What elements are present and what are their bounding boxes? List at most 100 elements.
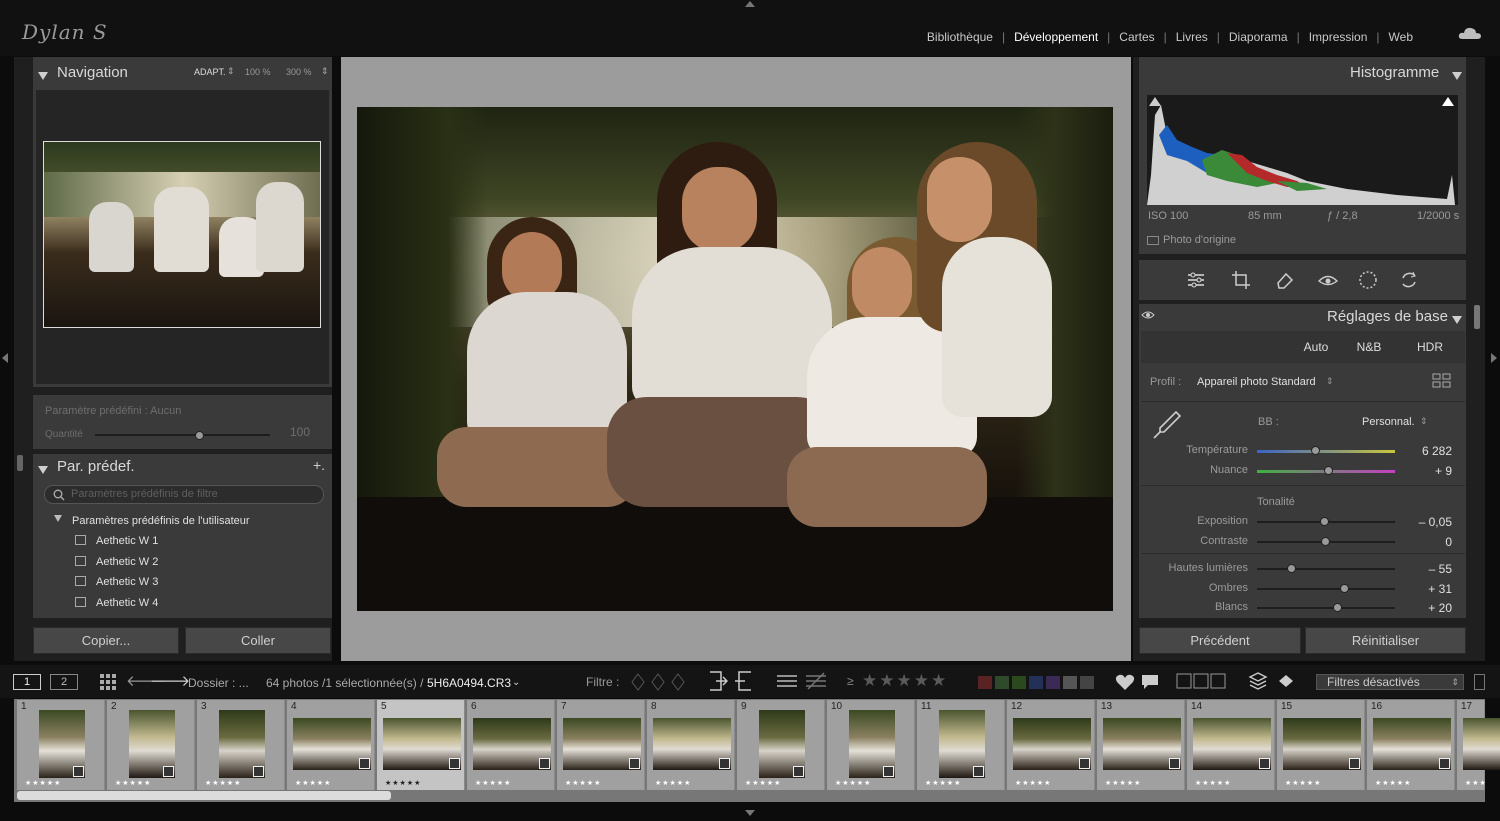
- preset-item[interactable]: Aethetic W 4: [96, 597, 158, 609]
- module-book[interactable]: Livres: [1167, 30, 1217, 44]
- black-white-button[interactable]: N&B: [1345, 338, 1393, 356]
- preset-group-chevron-icon[interactable]: [54, 515, 62, 522]
- preset-item[interactable]: Aethetic W 1: [96, 535, 158, 547]
- profile-select[interactable]: Appareil photo Standard: [1197, 376, 1316, 388]
- develop-badge-icon[interactable]: [719, 758, 730, 769]
- reset-settings-button[interactable]: Réinitialiser: [1305, 627, 1466, 654]
- main-photo[interactable]: [357, 107, 1113, 611]
- virtual-copy-filter-icons[interactable]: [1176, 673, 1228, 689]
- masking-icon[interactable]: [1358, 270, 1378, 290]
- paste-settings-button[interactable]: Coller: [185, 627, 331, 654]
- bottom-panel-toggle-icon[interactable]: [745, 810, 755, 816]
- primary-display-button[interactable]: 1: [13, 674, 41, 690]
- left-panel-scrollbar[interactable]: [17, 455, 23, 471]
- temperature-value[interactable]: 6 282: [1400, 444, 1452, 458]
- white-balance-eyedropper-icon[interactable]: [1150, 408, 1184, 442]
- presets-collapse-icon[interactable]: [38, 461, 48, 479]
- navigator-collapse-icon[interactable]: [38, 67, 48, 85]
- filmstrip-thumbnail[interactable]: 11 ★★★★★: [917, 700, 1005, 790]
- module-map[interactable]: Cartes: [1110, 30, 1163, 44]
- preset-search-input[interactable]: Paramètres prédéfinis de filtre: [44, 485, 324, 504]
- quantity-slider-knob[interactable]: [195, 431, 204, 440]
- filmstrip-thumbnail[interactable]: 1 ★★★★★: [17, 700, 105, 790]
- highlights-slider-knob[interactable]: [1286, 564, 1296, 573]
- zoom-custom-chevron-icon[interactable]: ⇕: [321, 66, 329, 77]
- remix-reset-icon[interactable]: [1399, 270, 1419, 290]
- top-panel-toggle-icon[interactable]: [745, 1, 755, 7]
- filmstrip-thumbnail[interactable]: 5 ★★★★★: [377, 700, 465, 790]
- tint-value[interactable]: + 9: [1400, 464, 1452, 478]
- develop-badge-icon[interactable]: [359, 758, 370, 769]
- comment-bubble-icon[interactable]: [1140, 673, 1160, 691]
- histogram-collapse-icon[interactable]: [1452, 67, 1462, 85]
- preset-group-user[interactable]: Paramètres prédéfinis de l'utilisateur: [72, 515, 250, 527]
- profile-browser-grid-icon[interactable]: [1432, 373, 1452, 389]
- profile-chevron-icon[interactable]: ⇕: [1326, 376, 1334, 387]
- whites-slider[interactable]: [1257, 607, 1395, 609]
- filter-preset-select[interactable]: Filtres désactivés ⇕: [1316, 674, 1464, 690]
- color-swatch-green[interactable]: [1012, 676, 1026, 689]
- folder-source[interactable]: Dossier : ...: [188, 676, 249, 690]
- original-photo-checkbox[interactable]: [1147, 236, 1159, 245]
- visibility-eye-icon[interactable]: [1141, 310, 1155, 320]
- color-swatch-none[interactable]: [1080, 676, 1094, 689]
- develop-badge-icon[interactable]: [1259, 758, 1270, 769]
- module-library[interactable]: Bibliothèque: [918, 30, 1002, 44]
- color-swatch-blue[interactable]: [1029, 676, 1043, 689]
- contrast-slider-knob[interactable]: [1321, 537, 1330, 546]
- filmstrip-thumbnail[interactable]: 12 ★★★★★: [1007, 700, 1095, 790]
- quantity-slider[interactable]: [95, 434, 270, 436]
- develop-badge-icon[interactable]: [1079, 758, 1090, 769]
- grid-view-icon[interactable]: [100, 674, 116, 690]
- filmstrip-thumbnail[interactable]: 3 ★★★★★: [197, 700, 285, 790]
- develop-badge-icon[interactable]: [1439, 758, 1450, 769]
- develop-badge-icon[interactable]: [629, 758, 640, 769]
- tint-slider-knob[interactable]: [1323, 466, 1333, 475]
- filmstrip-thumbnail[interactable]: 14 ★★★★★: [1187, 700, 1275, 790]
- flag-filter-icons[interactable]: [630, 672, 686, 692]
- develop-badge-icon[interactable]: [883, 766, 894, 777]
- highlights-value[interactable]: – 55: [1400, 562, 1452, 576]
- filmstrip-thumbnail[interactable]: 6 ★★★★★: [467, 700, 555, 790]
- zoom-fit-chevron-icon[interactable]: ⇕: [227, 66, 235, 77]
- copy-settings-button[interactable]: Copier...: [33, 627, 179, 654]
- highlights-slider[interactable]: [1257, 568, 1395, 570]
- navigator-preview-image[interactable]: [43, 141, 321, 328]
- filmstrip-thumbnail[interactable]: 8 ★★★★★: [647, 700, 735, 790]
- filmstrip-scrollbar[interactable]: [17, 791, 391, 800]
- exposure-slider-knob[interactable]: [1319, 517, 1329, 526]
- develop-badge-icon[interactable]: [973, 766, 984, 777]
- temperature-slider[interactable]: [1257, 450, 1395, 453]
- hdr-button[interactable]: HDR: [1408, 338, 1452, 356]
- unedited-filter-icon[interactable]: [805, 672, 827, 690]
- contrast-value[interactable]: 0: [1400, 535, 1452, 549]
- whites-value[interactable]: + 20: [1400, 601, 1452, 615]
- flag-rejected-icon[interactable]: [733, 670, 755, 692]
- filename-menu-chevron-icon[interactable]: ⌄: [512, 677, 520, 688]
- filmstrip-thumbnail[interactable]: 4 ★★★★★: [287, 700, 375, 790]
- develop-badge-icon[interactable]: [1349, 758, 1360, 769]
- add-preset-button[interactable]: +.: [313, 457, 325, 473]
- zoom-100-option[interactable]: 100 %: [245, 67, 271, 77]
- highlight-clipping-icon[interactable]: [1442, 97, 1454, 106]
- basic-panel-collapse-icon[interactable]: [1452, 311, 1462, 329]
- develop-badge-icon[interactable]: [163, 766, 174, 777]
- color-label-filter[interactable]: [978, 676, 1094, 689]
- crop-icon[interactable]: [1231, 270, 1251, 290]
- module-slideshow[interactable]: Diaporama: [1220, 30, 1297, 44]
- filmstrip-thumbnail[interactable]: 17 ★★★: [1457, 700, 1500, 790]
- module-print[interactable]: Impression: [1300, 30, 1377, 44]
- rating-gte-label[interactable]: ≥: [847, 674, 854, 688]
- right-panel-scrollbar[interactable]: [1474, 305, 1480, 329]
- develop-badge-icon[interactable]: [793, 766, 804, 777]
- auto-button[interactable]: Auto: [1295, 338, 1337, 356]
- left-panel-toggle-icon[interactable]: [2, 353, 8, 363]
- shadow-clipping-icon[interactable]: [1149, 97, 1161, 106]
- develop-badge-icon[interactable]: [449, 758, 460, 769]
- favorite-heart-icon[interactable]: [1115, 673, 1135, 691]
- filmstrip-thumbnail[interactable]: 13 ★★★★★: [1097, 700, 1185, 790]
- filmstrip-thumbnail[interactable]: 10 ★★★★★: [827, 700, 915, 790]
- secondary-display-button[interactable]: 2: [50, 674, 78, 690]
- flag-picked-icon[interactable]: [706, 670, 728, 692]
- layers-stack-icon[interactable]: [1248, 671, 1268, 691]
